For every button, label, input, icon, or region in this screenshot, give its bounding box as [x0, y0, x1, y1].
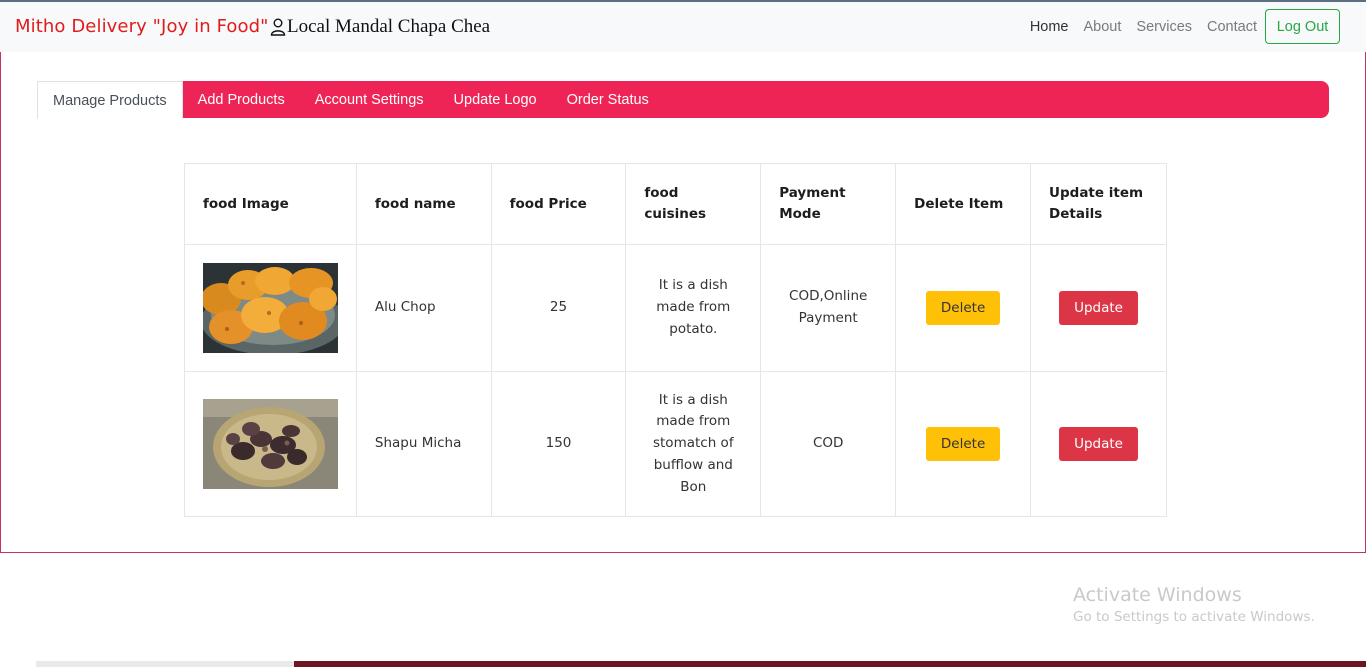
table-row: Shapu Micha 150 It is a dish made from s… — [184, 371, 1167, 517]
tab-update-logo[interactable]: Update Logo — [439, 81, 552, 118]
tab-account-settings[interactable]: Account Settings — [300, 81, 439, 118]
nav-about[interactable]: About — [1084, 19, 1122, 35]
payment-mode-cell: COD — [760, 371, 897, 517]
update-button[interactable]: Update — [1059, 291, 1138, 325]
header-update-item: Update item Details — [1030, 163, 1167, 245]
logout-button[interactable]: Log Out — [1265, 9, 1340, 44]
header-food-cuisines: food cuisines — [625, 163, 762, 245]
delete-cell: Delete — [895, 371, 1032, 517]
header-food-image: food Image — [184, 163, 357, 245]
header-payment-mode: Payment Mode — [760, 163, 897, 245]
food-price-cell: 150 — [490, 371, 627, 517]
tab-bar: Manage Products Add Products Account Set… — [37, 81, 1329, 119]
nav-contact[interactable]: Contact — [1207, 19, 1257, 35]
update-cell: Update — [1030, 244, 1167, 372]
tab-add-products[interactable]: Add Products — [183, 81, 300, 118]
food-image-cell — [184, 371, 357, 517]
activate-windows-title: Activate Windows — [1073, 584, 1242, 606]
footer-strip — [36, 661, 1366, 667]
header-food-price: food Price — [490, 163, 627, 245]
update-cell: Update — [1030, 371, 1167, 517]
header-food-name: food name — [355, 163, 492, 245]
update-button[interactable]: Update — [1059, 427, 1138, 461]
tab-order-status[interactable]: Order Status — [552, 81, 664, 118]
nav-services[interactable]: Services — [1136, 19, 1192, 35]
delete-button[interactable]: Delete — [925, 291, 1001, 325]
food-image-shapu-micha — [203, 399, 338, 489]
food-price-cell: 25 — [490, 244, 627, 372]
food-image-alu-chop — [203, 263, 338, 353]
delete-button[interactable]: Delete — [925, 427, 1001, 461]
products-table: food Image food name food Price food cui… — [184, 163, 1167, 517]
food-cuisine-cell: It is a dish made from stomatch of buffl… — [625, 371, 762, 517]
activate-windows-subtitle: Go to Settings to activate Windows. — [1073, 609, 1315, 625]
footer-strip-light — [36, 661, 294, 667]
food-cuisine-cell: It is a dish made from potato. — [625, 244, 762, 372]
brand-title[interactable]: Mitho Delivery "Joy in Food" — [15, 16, 269, 37]
tab-manage-products[interactable]: Manage Products — [37, 81, 183, 119]
payment-mode-cell: COD,Online Payment — [760, 244, 897, 372]
food-name-cell: Alu Chop — [355, 244, 492, 372]
food-image-cell — [184, 244, 357, 372]
delete-cell: Delete — [895, 244, 1032, 372]
store-name-label: Local Mandal Chapa Chea — [287, 16, 491, 37]
food-name-cell: Shapu Micha — [355, 371, 492, 517]
navbar: Mitho Delivery "Joy in Food" Local Manda… — [0, 2, 1366, 52]
nav-links: Home About Services Contact — [1015, 19, 1257, 35]
nav-home[interactable]: Home — [1030, 19, 1069, 35]
table-row: Alu Chop 25 It is a dish made from potat… — [184, 244, 1167, 372]
header-delete-item: Delete Item — [895, 163, 1032, 245]
table-header-row: food Image food name food Price food cui… — [184, 163, 1167, 245]
user-icon — [270, 18, 286, 36]
store-name: Local Mandal Chapa Chea — [270, 16, 490, 38]
